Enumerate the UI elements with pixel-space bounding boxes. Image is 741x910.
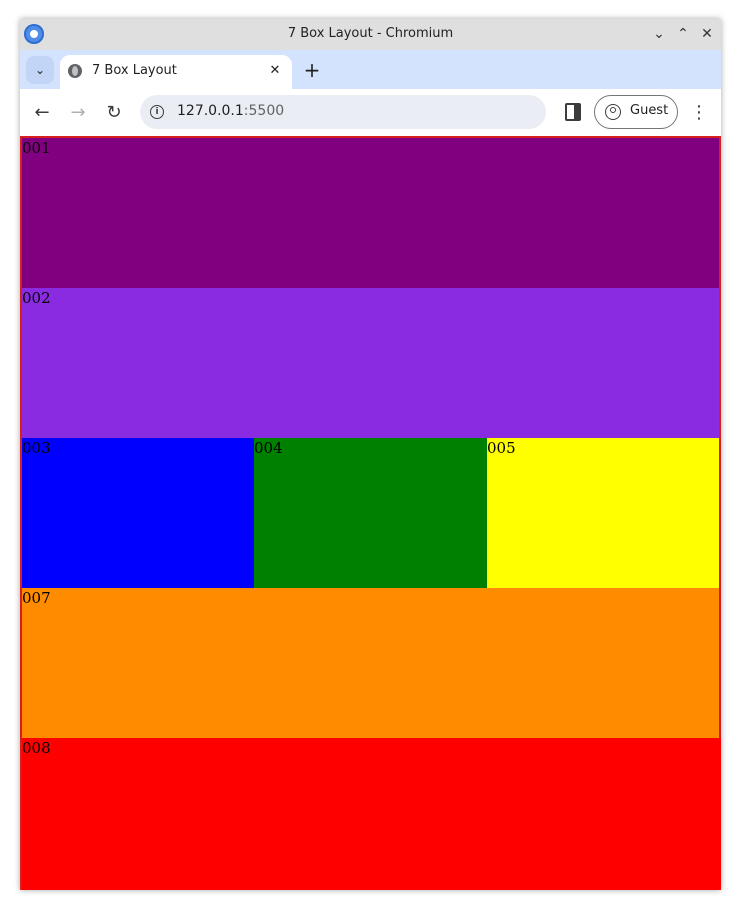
url-text[interactable]: 127.0.0.1:5500 — [177, 103, 284, 119]
box-003: 003 — [22, 438, 254, 588]
browser-window: 7 Box Layout - Chromium ⌄ ⌃ ✕ ⌄ 7 Box La… — [20, 19, 721, 890]
box-005: 005 — [487, 438, 719, 588]
account-circle-icon — [605, 104, 621, 120]
tab-search-chevron-down-icon[interactable]: ⌄ — [26, 56, 54, 84]
profile-button[interactable]: Guest — [594, 95, 678, 129]
back-arrow-icon[interactable]: ← — [28, 98, 56, 126]
site-info-icon[interactable]: i — [150, 105, 164, 119]
box-label: 004 — [254, 439, 283, 457]
box-label: 005 — [487, 439, 516, 457]
kebab-menu-icon[interactable]: ⋮ — [687, 98, 711, 126]
box-label: 001 — [22, 139, 51, 157]
address-bar[interactable]: i 127.0.0.1:5500 — [140, 95, 546, 129]
box-008: 008 — [22, 738, 721, 890]
page-container: 001 002 003 004 005 007 008 — [20, 136, 721, 890]
tab-title: 7 Box Layout — [92, 63, 177, 78]
tab-strip: ⌄ 7 Box Layout ✕ + — [20, 50, 721, 89]
page-viewport: 001 002 003 004 005 007 008 — [20, 135, 721, 890]
tab-7-box-layout[interactable]: 7 Box Layout ✕ — [60, 55, 292, 89]
tab-close-icon[interactable]: ✕ — [266, 61, 284, 79]
box-label: 008 — [22, 739, 51, 757]
box-label: 002 — [22, 289, 51, 307]
close-window-icon[interactable]: ✕ — [698, 25, 716, 43]
box-label: 007 — [22, 589, 51, 607]
title-bar: 7 Box Layout - Chromium ⌄ ⌃ ✕ — [20, 19, 721, 50]
minimize-chevron-down-icon[interactable]: ⌄ — [650, 25, 668, 43]
box-002: 002 — [22, 288, 719, 438]
maximize-chevron-up-icon[interactable]: ⌃ — [674, 25, 692, 43]
reload-icon[interactable]: ↻ — [100, 98, 128, 126]
box-007: 007 — [22, 588, 719, 738]
url-host: 127.0.0.1 — [177, 103, 244, 119]
box-001: 001 — [22, 138, 719, 288]
window-title: 7 Box Layout - Chromium — [287, 26, 454, 41]
forward-arrow-icon[interactable]: → — [64, 98, 92, 126]
profile-label: Guest — [630, 103, 669, 118]
globe-icon — [68, 64, 82, 78]
side-panel-icon[interactable] — [565, 103, 581, 121]
box-004: 004 — [254, 438, 487, 588]
browser-toolbar: ← → ↻ i 127.0.0.1:5500 Guest ⋮ — [20, 89, 721, 136]
box-label: 003 — [22, 439, 51, 457]
url-port: :5500 — [243, 103, 285, 119]
new-tab-plus-icon[interactable]: + — [300, 58, 324, 82]
